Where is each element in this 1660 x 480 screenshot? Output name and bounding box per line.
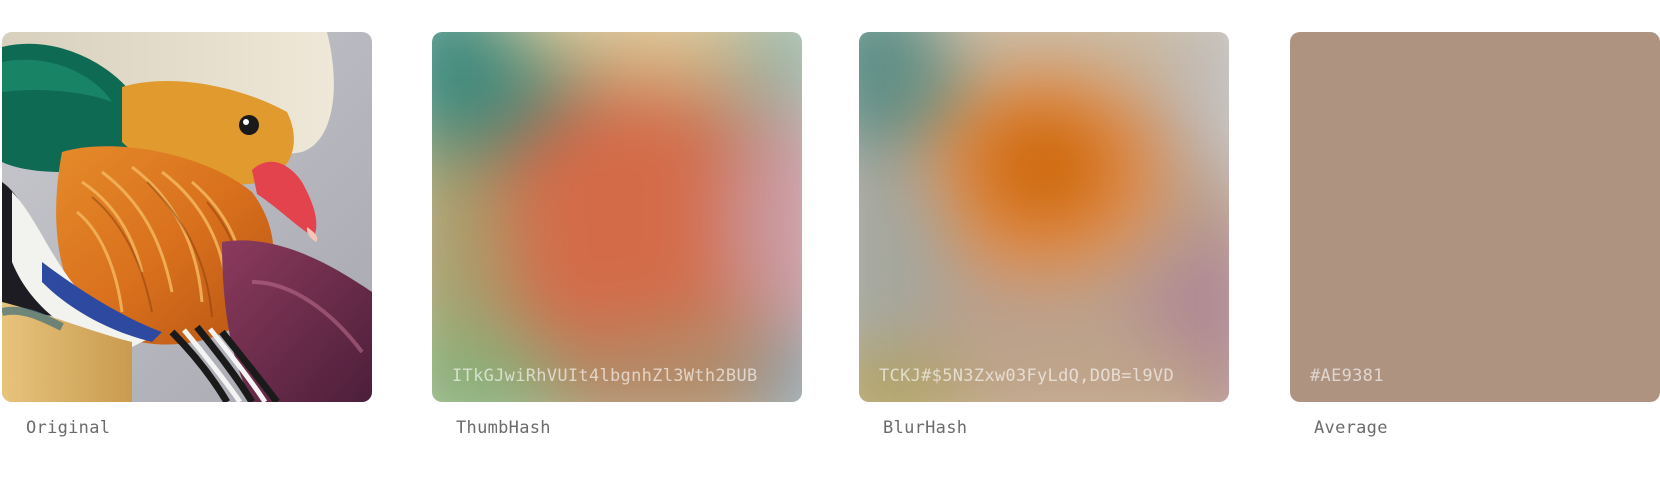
blurhash-caption: BlurHash <box>883 418 968 438</box>
mandarin-duck-illustration <box>2 32 372 402</box>
average-hex-string: #AE9381 <box>1310 366 1384 386</box>
blurhash-card: TCKJ#$5N3Zxw03FyLdQ,DOB=l9VD BlurHash <box>859 32 1229 438</box>
thumbhash-card: ITkGJwiRhVUIt4lbgnhZl3Wth2BUB ThumbHash <box>432 32 802 438</box>
original-card: Original <box>2 32 372 438</box>
hash-comparison-row: Original ITkGJwiRhVUIt4lbgnhZl3Wth2BUB T… <box>0 0 1660 480</box>
average-color-swatch: #AE9381 <box>1290 32 1660 402</box>
original-caption: Original <box>26 418 111 438</box>
blurhash-string: TCKJ#$5N3Zxw03FyLdQ,DOB=l9VD <box>879 366 1174 386</box>
blurhash-blur-image <box>859 32 1229 402</box>
thumbhash-caption: ThumbHash <box>456 418 551 438</box>
thumbhash-string: ITkGJwiRhVUIt4lbgnhZl3Wth2BUB <box>452 366 758 386</box>
average-caption: Average <box>1314 418 1388 438</box>
thumbhash-blur-image <box>432 32 802 402</box>
original-image <box>2 32 372 402</box>
thumbhash-preview: ITkGJwiRhVUIt4lbgnhZl3Wth2BUB <box>432 32 802 402</box>
blurhash-preview: TCKJ#$5N3Zxw03FyLdQ,DOB=l9VD <box>859 32 1229 402</box>
average-card: #AE9381 Average <box>1290 32 1660 438</box>
